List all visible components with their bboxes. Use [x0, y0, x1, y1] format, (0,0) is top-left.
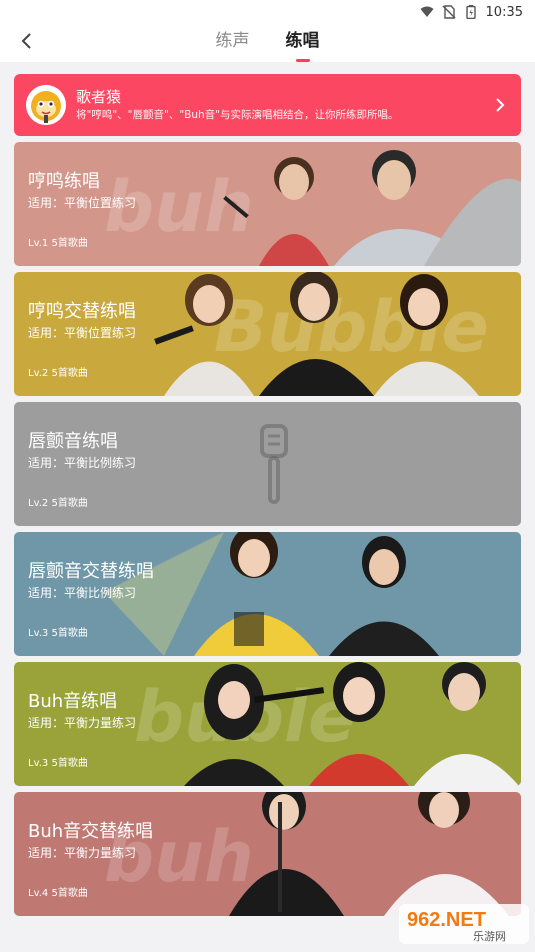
course-level: Lv.2	[28, 368, 49, 379]
battery-icon	[464, 5, 478, 20]
course-level: Lv.1	[28, 238, 49, 249]
course-level: Lv.3	[28, 628, 49, 639]
banner-card[interactable]: 歌者猿 将"哼鸣"、"唇颤音"、"Buh音"与实际演唱相结合，让你所练即所唱。	[14, 74, 521, 136]
course-subtitle: 适用：平衡力量练习	[28, 716, 137, 730]
course-meta: Lv.1 5首歌曲	[28, 236, 88, 252]
course-count: 5首歌曲	[51, 758, 88, 769]
course-subtitle: 适用：平衡位置练习	[28, 196, 137, 210]
no-sim-icon	[442, 5, 456, 19]
course-count: 5首歌曲	[51, 368, 88, 379]
tab-label: 练唱	[285, 31, 320, 51]
tab-label: 练声	[215, 31, 250, 51]
course-meta: Lv.3 5首歌曲	[28, 756, 88, 772]
nav-bar: 练声 练唱	[0, 24, 535, 62]
course-card[interactable]: Bubble 哼鸣交替练唱 适用：平衡位置练习 Lv.2 5首歌曲	[14, 272, 521, 396]
course-count: 5首歌曲	[51, 888, 88, 899]
banner-text: 歌者猿 将"哼鸣"、"唇颤音"、"Buh音"与实际演唱相结合，让你所练即所唱。	[76, 88, 399, 123]
wifi-icon	[420, 5, 434, 19]
course-card[interactable]: 唇颤音练唱 适用：平衡比例练习 Lv.2 5首歌曲	[14, 402, 521, 526]
course-subtitle: 适用：平衡位置练习	[28, 326, 137, 340]
banner-subtitle: 将"哼鸣"、"唇颤音"、"Buh音"与实际演唱相结合，让你所练即所唱。	[76, 108, 399, 121]
course-level: Lv.4	[28, 888, 49, 899]
course-level: Lv.3	[28, 758, 49, 769]
course-meta: Lv.2 5首歌曲	[28, 496, 88, 512]
status-time: 10:35	[485, 4, 523, 20]
watermark-sub: 乐游网	[473, 930, 506, 943]
chevron-right-icon	[493, 95, 507, 115]
tab-indicator	[295, 59, 310, 62]
singer-photo	[223, 150, 521, 266]
course-count: 5首歌曲	[51, 498, 88, 509]
singer-photo	[104, 532, 439, 656]
watermark-brand: 962.NET	[407, 909, 486, 931]
course-subtitle: 适用：平衡比例练习	[28, 456, 137, 470]
course-meta: Lv.4 5首歌曲	[28, 886, 88, 902]
microphone-icon	[260, 424, 288, 504]
mascot-avatar	[26, 85, 66, 125]
course-card[interactable]: buh 哼鸣练唱 适用：平衡位置练习 Lv.1 5首歌曲	[14, 142, 521, 266]
tab-vocal-practice[interactable]: 练声	[216, 24, 250, 62]
status-bar: 10:35	[0, 0, 535, 24]
course-subtitle: 适用：平衡力量练习	[28, 846, 137, 860]
course-title: Buh音练唱	[28, 691, 118, 712]
course-title: 哼鸣交替练唱	[28, 301, 136, 322]
course-title: 哼鸣练唱	[28, 171, 100, 192]
course-card[interactable]: 唇颤音交替练唱 适用：平衡比例练习 Lv.3 5首歌曲	[14, 532, 521, 656]
site-watermark: 962.NET 乐游网	[399, 902, 531, 946]
course-meta: Lv.2 5首歌曲	[28, 366, 88, 382]
course-title: Buh音交替练唱	[28, 821, 154, 842]
singer-photo	[229, 792, 509, 916]
course-meta: Lv.3 5首歌曲	[28, 626, 88, 642]
singer-photo	[154, 272, 479, 396]
back-button[interactable]	[14, 30, 40, 56]
course-title: 唇颤音练唱	[28, 431, 118, 452]
chevron-left-icon	[20, 32, 34, 54]
tab-singing-practice[interactable]: 练唱	[286, 24, 320, 62]
course-subtitle: 适用：平衡比例练习	[28, 586, 137, 600]
course-count: 5首歌曲	[51, 628, 88, 639]
course-level: Lv.2	[28, 498, 49, 509]
course-card[interactable]: buble Buh音练唱 适用：平衡力量练习 Lv.3 5首歌曲	[14, 662, 521, 786]
course-card[interactable]: buh Buh音交替练唱 适用：平衡力量练习 Lv.4 5首歌曲	[14, 792, 521, 916]
banner-title: 歌者猿	[76, 87, 122, 106]
tab-bar: 练声 练唱	[0, 24, 535, 62]
course-count: 5首歌曲	[51, 238, 88, 249]
course-title: 唇颤音交替练唱	[28, 561, 154, 582]
singer-photo	[184, 662, 519, 786]
